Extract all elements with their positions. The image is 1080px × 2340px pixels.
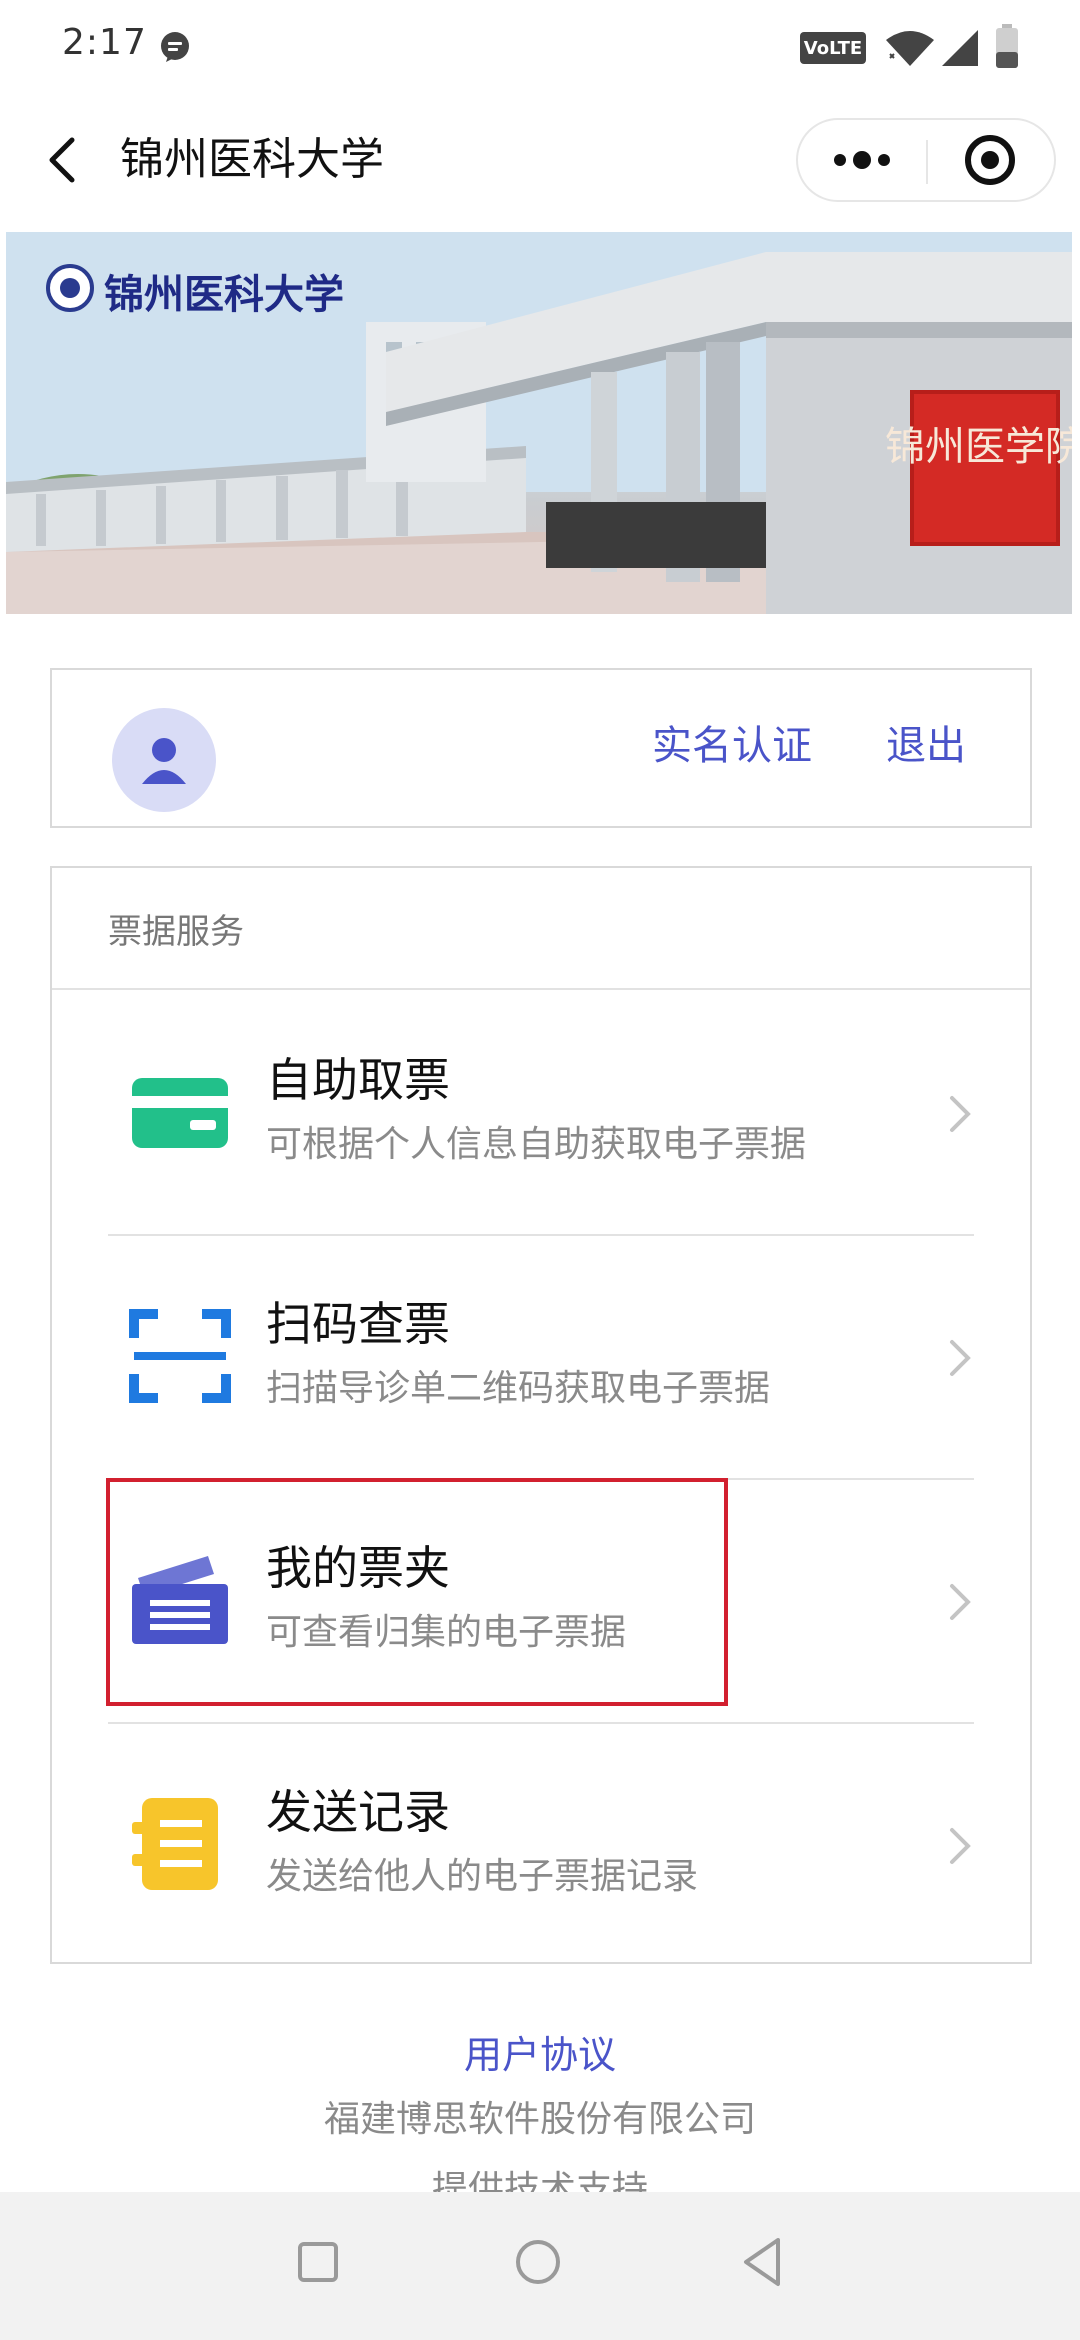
chevron-right-icon: [950, 1340, 971, 1376]
nav-bar: 锦州医科大学: [0, 110, 1080, 210]
ticket-service-card: 票据服务 自助取票 可根据个人信息自助获取电子票据 扫码查票 扫描导诊单二维码获…: [50, 866, 1032, 1964]
user-card: 实名认证 退出: [50, 668, 1032, 828]
campus-banner: 锦州医学院 锦州医科大学: [6, 232, 1072, 614]
scan-icon: [129, 1309, 231, 1403]
avatar[interactable]: [112, 708, 216, 812]
item-title: 自助取票: [266, 1053, 450, 1107]
chevron-right-icon: [950, 1584, 971, 1620]
more-options-icon[interactable]: [798, 120, 926, 200]
seal-text: 锦州医学院: [885, 424, 1072, 470]
status-bar: 2:17 VoLTE: [0, 0, 1080, 96]
service-item-send-records[interactable]: 发送记录 发送给他人的电子票据记录: [52, 1722, 1030, 1966]
back-arrow-icon[interactable]: [40, 132, 88, 188]
section-title: 票据服务: [108, 912, 244, 952]
service-item-scan-query[interactable]: 扫码查票 扫描导诊单二维码获取电子票据: [52, 1234, 1030, 1478]
status-time: 2:17: [62, 22, 147, 63]
home-button[interactable]: [516, 2240, 560, 2284]
user-agreement-link[interactable]: 用户协议: [0, 2024, 1080, 2079]
item-desc: 可根据个人信息自助获取电子票据: [266, 1124, 807, 1165]
chevron-right-icon: [950, 1828, 971, 1864]
highlight-box: [106, 1478, 728, 1706]
real-name-verify-link[interactable]: 实名认证: [652, 718, 812, 774]
user-avatar-icon: [142, 738, 186, 784]
footer-company: 福建博思软件股份有限公司: [323, 2099, 756, 2140]
school-name-logo: 锦州医科大学: [104, 271, 344, 318]
cell-signal-icon: [942, 30, 978, 66]
card-icon: [132, 1078, 228, 1148]
battery-icon: [996, 24, 1018, 68]
mini-program-capsule: [796, 118, 1056, 202]
close-mini-program-icon[interactable]: [928, 120, 1056, 200]
item-title: 发送记录: [266, 1785, 450, 1839]
recent-apps-button[interactable]: [298, 2242, 338, 2282]
record-icon: [132, 1798, 218, 1890]
system-back-icon[interactable]: [740, 2236, 784, 2288]
volte-badge: VoLTE: [800, 32, 866, 64]
item-title: 扫码查票: [266, 1297, 450, 1351]
logout-link[interactable]: 退出: [886, 718, 966, 774]
service-item-self-pickup[interactable]: 自助取票 可根据个人信息自助获取电子票据: [52, 990, 1030, 1234]
system-nav-bar: [0, 2192, 1080, 2340]
page-title: 锦州医科大学: [120, 134, 384, 185]
chevron-right-icon: [950, 1096, 971, 1132]
item-desc: 发送给他人的电子票据记录: [266, 1856, 699, 1897]
message-notification-icon: [161, 32, 189, 62]
wifi-icon: [886, 31, 934, 66]
item-desc: 扫描导诊单二维码获取电子票据: [266, 1368, 771, 1409]
